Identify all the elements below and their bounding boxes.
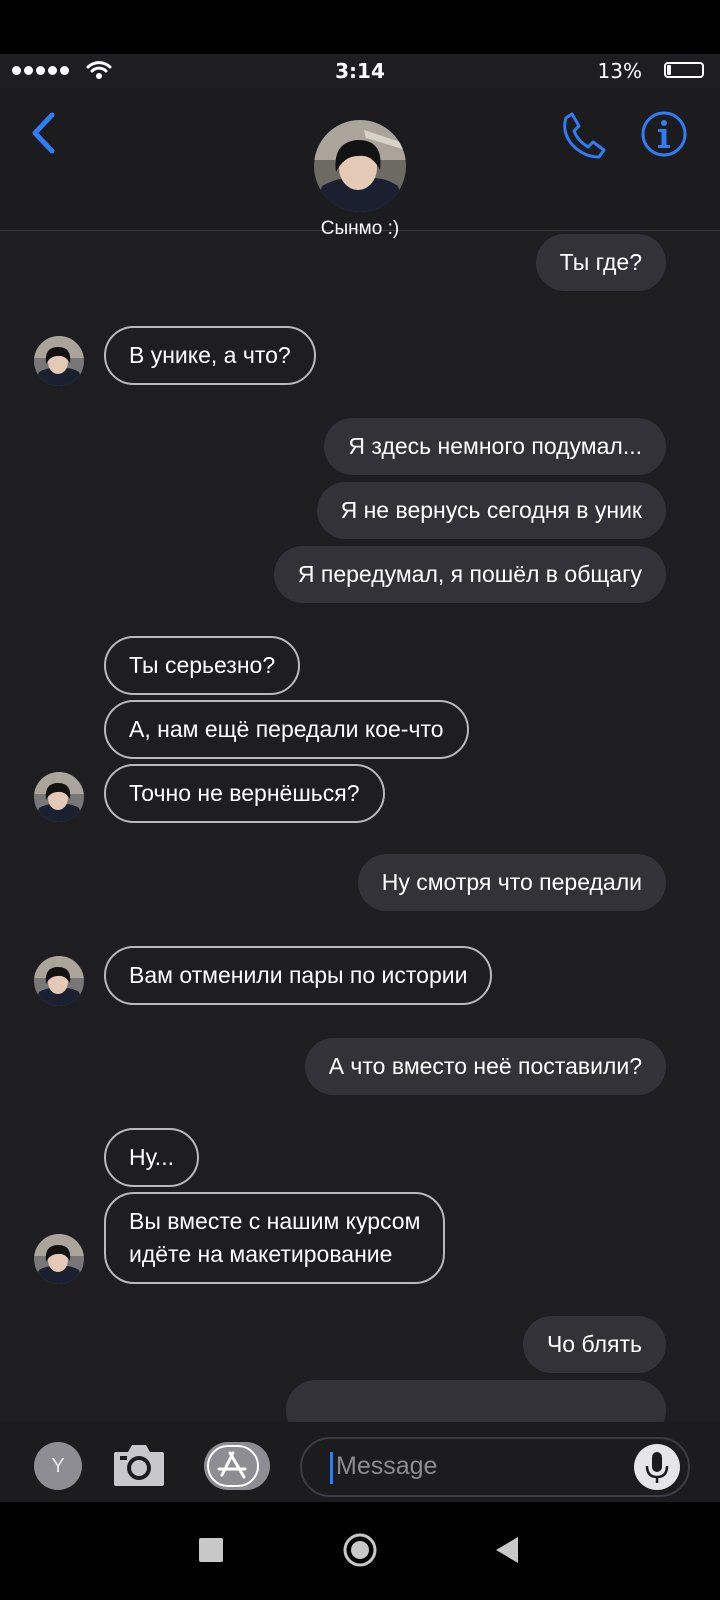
system-navigation-bar [0,1502,720,1600]
text-caret [330,1452,333,1484]
recent-apps-icon[interactable] [199,1538,223,1562]
sender-avatar [34,1234,84,1284]
sender-avatar [34,336,84,386]
phone-icon[interactable] [560,110,608,160]
message-placeholder: Message [336,1452,438,1480]
back-chevron-icon[interactable] [26,110,60,156]
message-incoming[interactable]: Вам отменили пары по истории [104,946,493,1005]
message-outgoing[interactable]: А что вместо неё поставили? [304,1038,666,1095]
message-incoming[interactable]: А, нам ещё передали кое-что [104,700,469,759]
battery-icon [664,62,704,78]
status-bar: 3:14 13% [0,54,720,88]
home-icon[interactable] [342,1532,378,1568]
contact-avatar[interactable] [314,120,406,212]
message-outgoing[interactable]: Ты где? [535,234,666,291]
message-incoming[interactable]: Точно не вернёшься? [104,764,385,823]
message-outgoing[interactable]: Я здесь немного подумал... [324,418,666,475]
info-icon[interactable] [640,110,688,158]
message-outgoing[interactable]: Я не вернусь сегодня в уник [316,482,666,539]
app-store-button[interactable] [204,1442,270,1490]
message-incoming[interactable]: Ты серьезно? [104,636,301,695]
message-incoming[interactable]: Ну... [104,1128,199,1187]
message-line: Вы вместе с нашим курсом [129,1208,421,1234]
composer-bar: Y Message [0,1422,720,1502]
battery-percent: 13% [597,59,642,83]
sender-avatar [34,772,84,822]
back-triangle-icon[interactable] [494,1535,520,1565]
message-outgoing[interactable]: Ну смотря что передали [357,854,666,911]
message-line: идёте на макетирование [129,1241,393,1267]
profile-button[interactable]: Y [34,1442,82,1490]
message-outgoing[interactable]: Я передумал, я пошёл в общагу [273,546,666,603]
microphone-icon[interactable] [634,1444,680,1490]
sender-avatar [34,956,84,1006]
messages-screen: 3:14 13% Сынмо :) Ты где? В унике, а что… [0,54,720,1502]
message-incoming[interactable]: В унике, а что? [104,326,316,385]
app-store-icon [207,1445,259,1487]
message-input[interactable]: Message [300,1437,690,1497]
message-incoming-multiline[interactable]: Вы вместе с нашим курсом идёте на макети… [104,1192,446,1284]
conversation-header: Сынмо :) [0,88,720,239]
message-outgoing[interactable]: Чо блять [522,1316,666,1373]
camera-icon[interactable] [112,1440,166,1488]
